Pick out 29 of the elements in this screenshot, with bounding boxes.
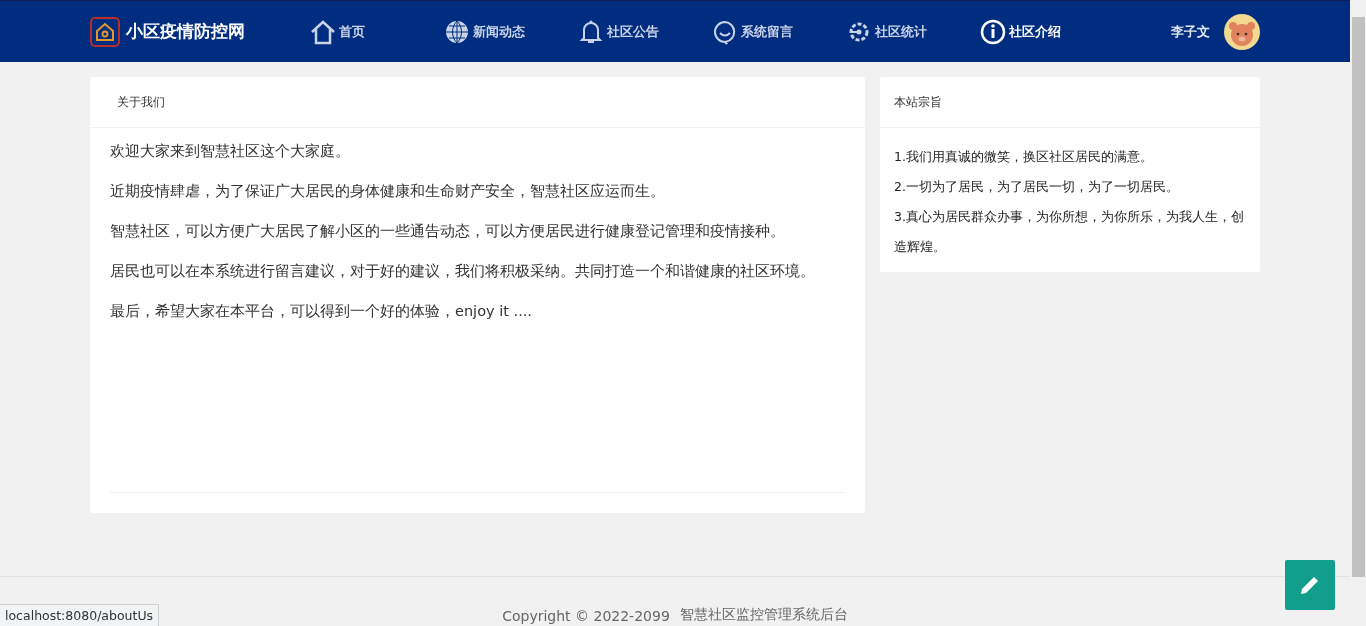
site-title: 小区疫情防控网 <box>126 20 245 43</box>
purpose-item: 2.一切为了居民，为了居民一切，为了一切居民。 <box>894 178 1180 196</box>
edit-button[interactable] <box>1285 560 1335 610</box>
avatar-icon[interactable] <box>1224 13 1260 50</box>
purpose-item: 3.真心为居民群众办事，为你所想，为你所乐，为我人生，创造辉煌。 <box>894 208 1245 256</box>
nav-link[interactable]: 社区统计 <box>846 18 980 45</box>
user-name[interactable]: 李子文 <box>1171 22 1210 41</box>
paragraph: 居民也可以在本系统进行留言建议，对于好的建议，我们将积极采纳。共同打造一个和谐健康的社区环境。 <box>110 262 816 281</box>
nav-link[interactable]: 首页 <box>310 18 444 45</box>
purpose-item: 1.我们用真诚的微笑，换区社区居民的满意。 <box>894 148 1154 166</box>
nav-link[interactable]: 社区公告 <box>578 18 712 45</box>
bell-icon <box>578 18 604 45</box>
info-icon <box>980 18 1006 45</box>
system-name: 智慧社区监控管理系统后台 <box>679 606 848 624</box>
copyright-text: Copyright © 2022-2099 <box>502 608 670 624</box>
nav-link[interactable]: 新闻动态 <box>444 18 578 45</box>
chat-icon <box>712 18 738 45</box>
nav-link[interactable]: 系统留言 <box>712 18 846 45</box>
paragraph: 智慧社区，可以方便广大居民了解小区的一些通告动态，可以方便居民进行健康登记管理和疫情接种。 <box>110 222 786 241</box>
card-title: 关于我们 <box>90 77 865 128</box>
paragraph: 近期疫情肆虐，为了保证广大居民的身体健康和生命财产安全，智慧社区应运而生。 <box>110 182 666 201</box>
paragraph: 最后，希望大家在本平台，可以得到一个好的体验，enjoy it .... <box>110 302 533 321</box>
status-url: localhost:8080/aboutUs <box>0 604 160 626</box>
nav-link[interactable]: 社区介绍 <box>980 18 1114 45</box>
home-icon <box>310 18 336 45</box>
globe-icon <box>444 18 470 45</box>
paragraph: 欢迎大家来到智慧社区这个大家庭。 <box>110 142 351 161</box>
house-logo-icon <box>90 16 120 47</box>
card-title: 本站宗旨 <box>880 77 1260 128</box>
